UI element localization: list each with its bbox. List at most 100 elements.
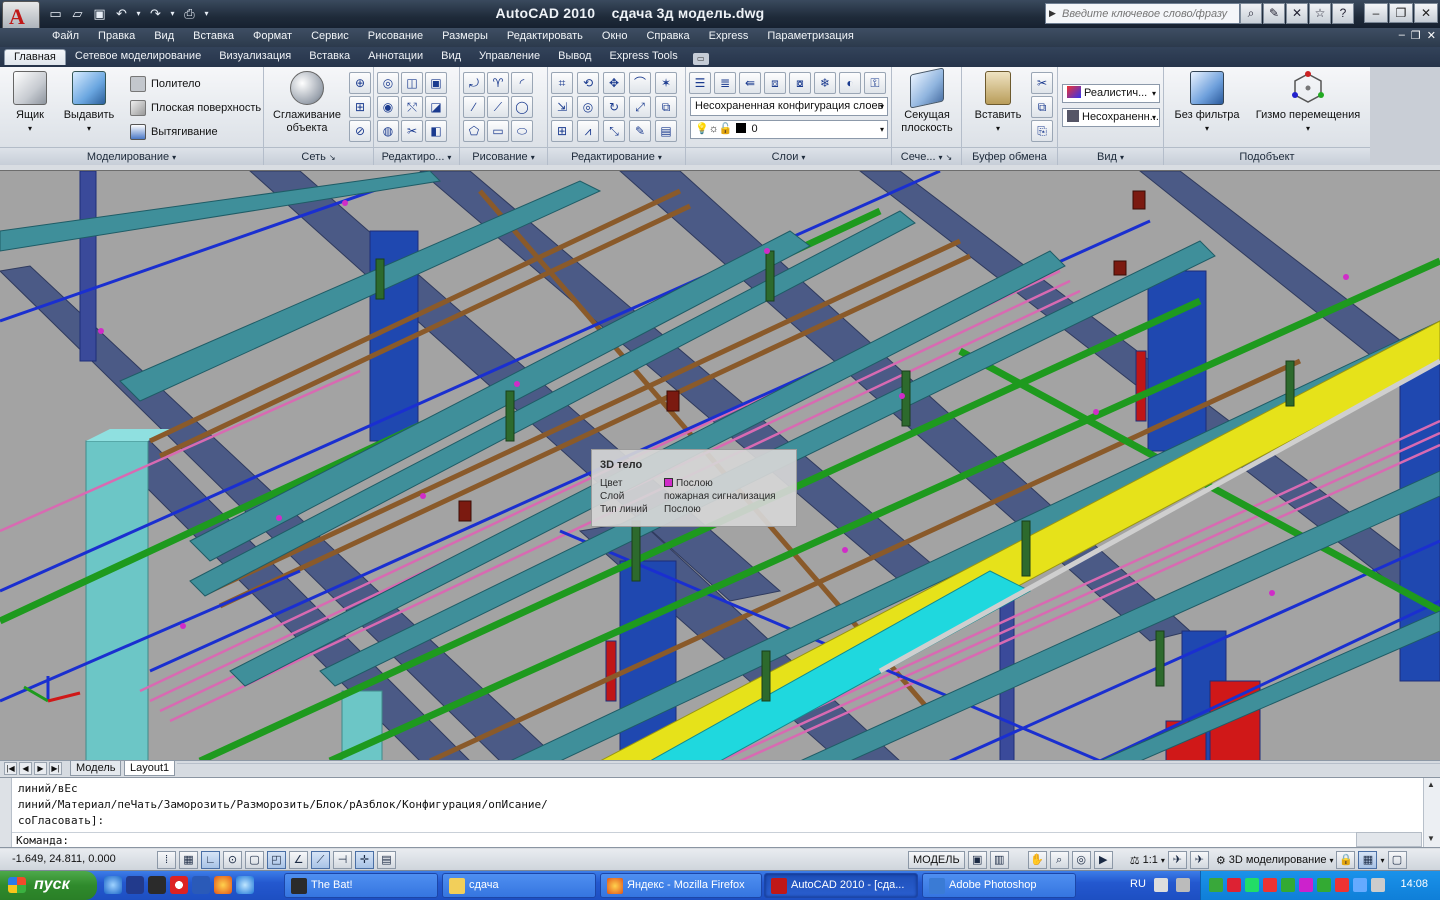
- panel-title-section[interactable]: Сече... ▾ ↘: [892, 147, 961, 165]
- polysolid-button[interactable]: Политело: [130, 76, 201, 92]
- panel-title-subobject[interactable]: Подобъект: [1164, 147, 1370, 165]
- panel-title-mesh[interactable]: Сеть ↘: [264, 147, 373, 165]
- ducs-icon[interactable]: ⟋: [311, 851, 330, 869]
- arc-icon[interactable]: ◜: [511, 72, 533, 94]
- far-icon[interactable]: [126, 876, 144, 894]
- ortho-icon[interactable]: ∟: [201, 851, 220, 869]
- align-icon[interactable]: ⤡: [603, 120, 625, 142]
- separate-icon[interactable]: ◪: [425, 96, 447, 118]
- subscription-key-icon[interactable]: ✎: [1263, 3, 1285, 24]
- quick-view-drawings-icon[interactable]: ▥: [989, 851, 1009, 869]
- first-layout-icon[interactable]: |◀: [4, 762, 17, 775]
- panel-title-modify[interactable]: Редактирование ▾: [548, 147, 685, 165]
- word-icon[interactable]: [192, 876, 210, 894]
- tab-layout1[interactable]: Layout1: [124, 761, 176, 776]
- panel-title-draw[interactable]: Рисование ▾: [460, 147, 547, 165]
- layer-properties-icon[interactable]: ☰: [689, 72, 711, 94]
- layer-off-icon[interactable]: ◐: [839, 72, 861, 94]
- task-thebat[interactable]: The Bat!: [284, 873, 438, 898]
- tab-annotate[interactable]: Аннотации: [359, 49, 432, 65]
- hardware-acceleration-icon[interactable]: ▦: [1358, 851, 1378, 869]
- planar-surface-button[interactable]: Плоская поверхность: [130, 100, 261, 116]
- polyline-icon[interactable]: ⤾: [463, 72, 485, 94]
- drawing-viewport[interactable]: 3D тело Цвет Послою Слой пожарная сигнализ…: [0, 170, 1440, 760]
- annotation-scale-icon[interactable]: ⚖: [1130, 854, 1140, 867]
- quick-properties-icon[interactable]: ▤: [377, 851, 396, 869]
- tray-icon-1[interactable]: [1209, 878, 1223, 892]
- search-binoculars-icon[interactable]: ⌕: [1240, 3, 1262, 24]
- help-tray-icon[interactable]: [1154, 878, 1168, 892]
- presspull-button[interactable]: Вытягивание: [130, 124, 218, 140]
- scroll-down-icon[interactable]: ▼: [1427, 834, 1435, 843]
- command-window-grip[interactable]: [0, 778, 12, 847]
- tray-icon-2[interactable]: [1227, 878, 1241, 892]
- trim-icon[interactable]: ⌗: [551, 72, 573, 94]
- rotate-icon[interactable]: ↻: [603, 96, 625, 118]
- extrude-button[interactable]: Выдавить ▾: [60, 71, 118, 135]
- visual-style-combo[interactable]: Реалистич... ▾: [1062, 84, 1160, 103]
- ie-alt-icon[interactable]: [236, 876, 254, 894]
- mirror-icon[interactable]: ⩘: [577, 120, 599, 142]
- tray-icon-7[interactable]: [1317, 878, 1331, 892]
- no-filter-button[interactable]: Без фильтра ▾: [1170, 71, 1244, 135]
- copy-icon[interactable]: ⧉: [655, 96, 677, 118]
- 3d-osnap-icon[interactable]: ◰: [267, 851, 286, 869]
- doc-restore-icon[interactable]: ❐: [1411, 29, 1421, 42]
- command-vertical-scrollbar[interactable]: ▲ ▼: [1423, 778, 1440, 847]
- scale-icon[interactable]: ⤢: [629, 96, 651, 118]
- shell-icon[interactable]: ◧: [425, 120, 447, 142]
- cut-icon[interactable]: ✂: [1031, 72, 1053, 94]
- task-folder[interactable]: сдача: [442, 873, 596, 898]
- menu-tools[interactable]: Сервис: [301, 30, 358, 42]
- language-indicator[interactable]: RU: [1130, 878, 1146, 890]
- layer-match-icon[interactable]: ≣: [714, 72, 736, 94]
- union-icon[interactable]: ◎: [377, 72, 399, 94]
- zoom-icon[interactable]: ⌕: [1049, 851, 1069, 869]
- mesh-refine-icon[interactable]: ⊞: [349, 96, 371, 118]
- doc-close-icon[interactable]: ✕: [1427, 29, 1436, 42]
- tab-model[interactable]: Модель: [70, 761, 122, 776]
- lineweight-icon[interactable]: ✛: [355, 851, 374, 869]
- menu-view[interactable]: Вид: [144, 30, 183, 42]
- tab-express-tools[interactable]: Express Tools: [600, 49, 686, 65]
- dyn-input-icon[interactable]: ⊣: [333, 851, 352, 869]
- tab-manage[interactable]: Управление: [470, 49, 549, 65]
- layer-state-combo[interactable]: Несохраненная конфигурация слоев ▾: [690, 97, 888, 116]
- menu-dimension[interactable]: Размеры: [432, 30, 497, 42]
- annotation-scale-value[interactable]: 1:1: [1143, 854, 1158, 866]
- tray-icon-4[interactable]: [1263, 878, 1277, 892]
- move-gizmo-button[interactable]: Гизмо перемещения ▾: [1254, 71, 1362, 135]
- minimize-icon[interactable]: –: [1364, 3, 1388, 23]
- mesh-crease-icon[interactable]: ⊘: [349, 120, 371, 142]
- lock-ui-icon[interactable]: 🔒: [1336, 851, 1356, 869]
- ribbon-minimize-icon[interactable]: ▭: [692, 53, 709, 65]
- model-space-button[interactable]: МОДЕЛЬ: [908, 851, 965, 869]
- start-button[interactable]: пуск: [0, 871, 97, 900]
- search-expand-icon[interactable]: ▶: [1049, 8, 1056, 19]
- tray-icon-5[interactable]: [1281, 878, 1295, 892]
- showmotion-icon[interactable]: ▶: [1093, 851, 1113, 869]
- fillet-icon[interactable]: ⌒: [629, 72, 651, 94]
- menu-help[interactable]: Справка: [636, 30, 698, 42]
- spline-icon[interactable]: ♈: [487, 72, 509, 94]
- clock[interactable]: 14:08: [1400, 878, 1428, 890]
- layer-combo[interactable]: 💡☼🔓 0 ▾: [690, 120, 888, 139]
- line-3d-icon[interactable]: ⟋: [487, 96, 509, 118]
- next-layout-icon[interactable]: ▶: [34, 762, 47, 775]
- circle-icon[interactable]: ◯: [511, 96, 533, 118]
- layer-freeze-icon[interactable]: ❄: [814, 72, 836, 94]
- menu-file[interactable]: Файл: [0, 30, 88, 42]
- chevron-down-icon[interactable]: ▾: [1161, 856, 1165, 865]
- menu-window[interactable]: Окно: [592, 30, 637, 42]
- close-icon[interactable]: ✕: [1414, 3, 1438, 23]
- tab-home[interactable]: Главная: [4, 49, 66, 65]
- paste-button[interactable]: Вставить ▾: [970, 71, 1026, 135]
- communication-center-icon[interactable]: ✕: [1286, 3, 1308, 24]
- menu-draw[interactable]: Рисование: [358, 30, 432, 42]
- named-view-combo[interactable]: Несохраненн... ▾: [1062, 108, 1160, 127]
- stretch-icon[interactable]: ⇲: [551, 96, 573, 118]
- offset-icon[interactable]: ◎: [577, 96, 599, 118]
- tab-render[interactable]: Визуализация: [210, 49, 300, 65]
- task-photoshop[interactable]: Adobe Photoshop: [922, 873, 1076, 898]
- panel-title-clipboard[interactable]: Буфер обмена: [962, 147, 1057, 165]
